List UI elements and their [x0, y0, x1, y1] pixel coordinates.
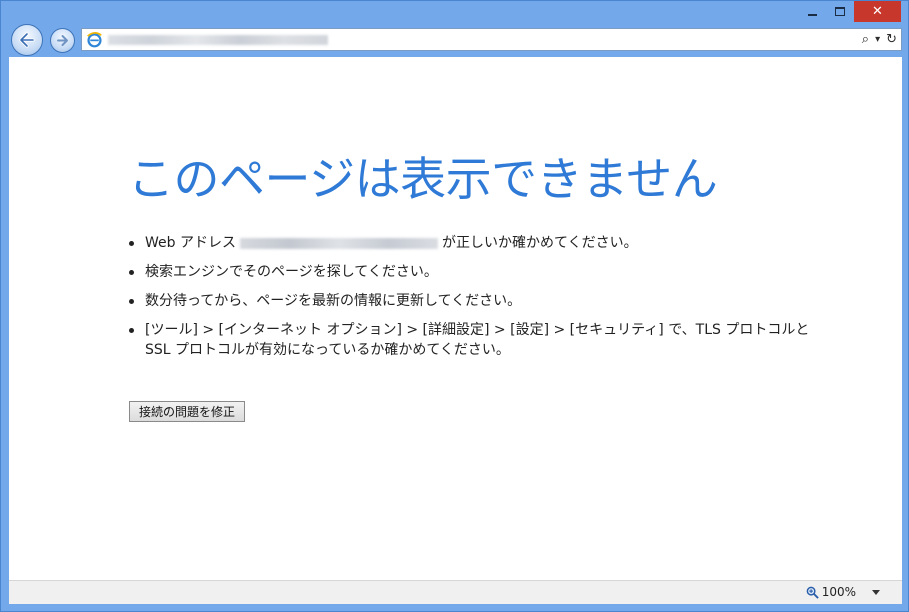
- list-item-refresh: 数分待ってから、ページを最新の情報に更新してください。: [129, 291, 829, 311]
- refresh-icon[interactable]: ↻: [886, 31, 897, 49]
- search-icon[interactable]: ⌕: [862, 31, 869, 49]
- browser-window: ✕ ⌕ ▾ ↻ このページは表示できません Web アドレス が正しいか確かめて…: [0, 0, 909, 612]
- status-bar: 100%: [9, 580, 902, 604]
- zoom-control[interactable]: 100%: [806, 585, 856, 599]
- web-address-suffix: が正しいか確かめてください。: [441, 235, 638, 251]
- chevron-down-icon[interactable]: ▾: [875, 31, 880, 49]
- zoom-level: 100%: [821, 585, 856, 599]
- tips-list: Web アドレス が正しいか確かめてください。 検索エンジンでそのページを探してく…: [129, 233, 829, 369]
- web-address-prefix: Web アドレス: [145, 235, 236, 251]
- address-bar[interactable]: ⌕ ▾ ↻: [81, 28, 902, 51]
- list-item-tls: [ツール] > [インターネット オプション] > [詳細設定] > [設定] …: [129, 320, 829, 360]
- fix-connection-button[interactable]: 接続の問題を修正: [129, 401, 245, 422]
- back-button[interactable]: [11, 24, 43, 56]
- web-address-redacted: [239, 237, 438, 249]
- caption-buttons: ✕: [798, 1, 901, 23]
- close-button[interactable]: ✕: [854, 1, 901, 22]
- refresh-tip-text: 数分待ってから、ページを最新の情報に更新してください。: [145, 293, 522, 309]
- ie-logo-icon: [87, 32, 102, 48]
- navigation-bar: ⌕ ▾ ↻: [9, 23, 902, 57]
- zoom-icon: [806, 586, 819, 599]
- forward-arrow-icon: [57, 35, 68, 46]
- address-text-redacted: [108, 35, 328, 45]
- page-title: このページは表示できません: [128, 152, 718, 206]
- back-arrow-icon: [19, 32, 35, 48]
- tls-tip-text: [ツール] > [インターネット オプション] > [詳細設定] > [設定] …: [145, 322, 810, 358]
- page-content: このページは表示できません Web アドレス が正しいか確かめてください。 検索エ…: [9, 57, 902, 580]
- list-item-search: 検索エンジンでそのページを探してください。: [129, 262, 829, 282]
- maximize-button[interactable]: [826, 1, 854, 22]
- close-icon: ✕: [872, 4, 883, 19]
- address-tools: ⌕ ▾ ↻: [862, 31, 897, 49]
- list-item-web-address: Web アドレス が正しいか確かめてください。: [129, 233, 829, 253]
- search-tip-text: 検索エンジンでそのページを探してください。: [145, 264, 438, 280]
- forward-button[interactable]: [50, 28, 75, 53]
- maximize-icon: [835, 7, 845, 16]
- minimize-button[interactable]: [798, 1, 826, 22]
- zoom-dropdown-icon[interactable]: [872, 590, 880, 595]
- minimize-icon: [807, 13, 817, 16]
